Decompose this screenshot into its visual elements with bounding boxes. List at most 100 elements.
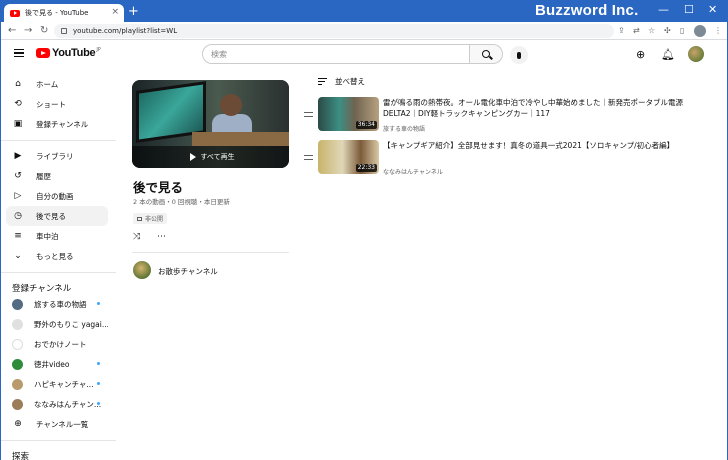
sidebar-item-home[interactable]: ⌂ ホーム bbox=[6, 74, 108, 94]
lock-icon bbox=[137, 216, 142, 221]
bookmark-star-icon[interactable]: ☆ bbox=[648, 25, 655, 36]
sidebar-item-library[interactable]: ▶ ライブラリ bbox=[6, 146, 108, 166]
play-icon bbox=[190, 153, 197, 161]
browser-menu-icon[interactable]: ⋮ bbox=[714, 25, 722, 36]
video-channel[interactable]: ななみはんチャンネル bbox=[383, 167, 443, 176]
sidebar-item-subscriptions[interactable]: ▣ 登録チャンネル bbox=[6, 114, 108, 134]
drag-handle-icon[interactable] bbox=[304, 155, 313, 160]
play-all-button[interactable]: すべて再生 bbox=[132, 146, 289, 168]
playlist-title: 後で見る bbox=[133, 180, 184, 195]
channel-avatar bbox=[12, 338, 23, 350]
minimize-icon[interactable]: — bbox=[658, 2, 669, 18]
playlist-stats: 2 本の動画・0 回視聴・本日更新 bbox=[133, 198, 230, 206]
voice-search-button[interactable] bbox=[510, 46, 528, 64]
browser-titlebar: 後で見る - YouTube × + Buzzword Inc. — ☐ ✕ bbox=[0, 0, 728, 22]
youtube-play-icon bbox=[36, 48, 50, 58]
sidebar-item-shorts[interactable]: ⟲ ショート bbox=[6, 94, 108, 114]
youtube-logo[interactable]: YouTube JP bbox=[36, 47, 101, 59]
new-tab-button[interactable]: + bbox=[128, 4, 139, 20]
tab-title: 後で見る - YouTube bbox=[25, 9, 89, 17]
brand-watermark: Buzzword Inc. bbox=[535, 2, 639, 19]
reload-icon[interactable]: ↻ bbox=[40, 24, 48, 37]
owner-name[interactable]: お散歩チャンネル bbox=[158, 266, 218, 277]
account-avatar[interactable] bbox=[688, 46, 704, 62]
video-duration: 36:34 bbox=[355, 121, 377, 129]
shuffle-icon[interactable]: ⤨ bbox=[133, 232, 140, 243]
sidebar-item-label: 履歴 bbox=[36, 171, 51, 181]
share-icon[interactable]: ⇪ bbox=[618, 25, 625, 36]
new-content-dot bbox=[97, 402, 100, 405]
menu-hamburger-icon[interactable] bbox=[14, 49, 24, 57]
video-channel[interactable]: 旅する車の物語 bbox=[383, 124, 425, 133]
notifications-bell-icon[interactable]: 🔔︎ bbox=[661, 48, 675, 61]
sidebar-subscription[interactable]: ななみはんチャン... bbox=[6, 394, 108, 414]
search-icon bbox=[482, 50, 490, 58]
sort-icon bbox=[318, 78, 327, 85]
url-field[interactable]: youtube.com/playlist?list=WL bbox=[54, 24, 614, 38]
sidebar-item-label: おでかけノート bbox=[34, 339, 87, 349]
sidebar-item-watch-later[interactable]: ◷ 後で見る bbox=[6, 206, 108, 226]
new-content-dot bbox=[97, 362, 100, 365]
video-title[interactable]: 雷が鳴る雨の熱帯夜。オール電化車中泊で冷やし中華始めました｜新発売ポータブル電源… bbox=[383, 97, 691, 119]
sidebar-subscription[interactable]: 徳井video bbox=[6, 354, 108, 374]
sidebar-subscription[interactable]: 野外のもりこ yagai... bbox=[6, 314, 108, 334]
browser-tab[interactable]: 後で見る - YouTube × bbox=[4, 4, 124, 22]
browser-profile-avatar[interactable] bbox=[694, 25, 706, 37]
window-frame bbox=[0, 22, 1, 460]
privacy-badge: 非公開 bbox=[133, 213, 168, 224]
owner-avatar[interactable] bbox=[133, 261, 151, 279]
sidebar-subscription[interactable]: おでかけノート bbox=[6, 334, 108, 354]
region-code: JP bbox=[96, 47, 101, 53]
drag-handle-icon[interactable] bbox=[304, 112, 313, 117]
sidebar-item-playlist-car-camping[interactable]: ≡ 車中泊 bbox=[6, 226, 108, 246]
close-window-icon[interactable]: ✕ bbox=[708, 2, 717, 18]
search-placeholder: 検索 bbox=[211, 49, 227, 59]
sidebar-item-label: チャンネル一覧 bbox=[36, 419, 89, 429]
playlist-cover-thumbnail[interactable]: すべて再生 bbox=[132, 80, 289, 168]
search-input[interactable]: 検索 bbox=[202, 44, 470, 64]
history-icon: ↺ bbox=[14, 171, 22, 181]
new-content-dot bbox=[97, 382, 100, 385]
sidebar-item-label: ホーム bbox=[36, 79, 59, 89]
sidebar-item-your-videos[interactable]: ▷ 自分の動画 bbox=[6, 186, 108, 206]
sidebar-item-label: 徳井video bbox=[34, 359, 70, 369]
youtube-favicon-icon bbox=[10, 9, 20, 17]
sidebar-subscription[interactable]: 旅する車の物語 bbox=[6, 294, 108, 314]
your-videos-icon: ▷ bbox=[14, 191, 22, 201]
sidebar-item-label: 野外のもりこ yagai... bbox=[34, 319, 108, 329]
address-bar: ← → ↻ youtube.com/playlist?list=WL ⇪ ⇄ ☆… bbox=[0, 22, 728, 40]
sidebar-item-label: 登録チャンネル bbox=[36, 119, 89, 129]
youtube-masthead: YouTube JP 検索 ⊕ 🔔︎ bbox=[0, 40, 728, 70]
translate-icon[interactable]: ⇄ bbox=[633, 25, 640, 36]
video-title[interactable]: 【キャンプギア紹介】全部見せます！真冬の道具一式2021【ソロキャンプ/初心者編… bbox=[383, 140, 691, 151]
youtube-logo-text: YouTube bbox=[52, 47, 96, 59]
sidebar-item-show-more[interactable]: ⌄ もっと見る bbox=[6, 246, 108, 266]
extensions-icon[interactable]: ✣ bbox=[664, 25, 671, 36]
shorts-icon: ⟲ bbox=[14, 99, 22, 109]
home-icon: ⌂ bbox=[15, 79, 21, 89]
sidepanel-icon[interactable]: ▯ bbox=[680, 25, 684, 36]
forward-icon[interactable]: → bbox=[24, 24, 32, 37]
create-video-icon[interactable]: ⊕ bbox=[636, 48, 645, 61]
chevron-down-icon: ⌄ bbox=[14, 251, 22, 261]
sidebar-item-label: ライブラリ bbox=[36, 151, 74, 161]
channel-avatar bbox=[12, 378, 23, 390]
tab-close-icon[interactable]: × bbox=[111, 7, 119, 18]
video-thumbnail[interactable]: 22:33 bbox=[318, 140, 379, 174]
sidebar-item-label: 旅する車の物語 bbox=[34, 299, 87, 309]
channel-avatar bbox=[12, 358, 23, 370]
sidebar-item-all-channels[interactable]: ⊕ チャンネル一覧 bbox=[6, 414, 108, 434]
sidebar-item-label: 後で見る bbox=[36, 211, 66, 221]
sidebar-item-history[interactable]: ↺ 履歴 bbox=[6, 166, 108, 186]
playlist-divider bbox=[132, 252, 289, 253]
library-icon: ▶ bbox=[14, 151, 22, 161]
sidebar-subscription[interactable]: ハピキャンチャ... bbox=[6, 374, 108, 394]
back-icon[interactable]: ← bbox=[8, 24, 16, 37]
sidebar-divider bbox=[0, 440, 116, 441]
maximize-icon[interactable]: ☐ bbox=[684, 2, 694, 18]
sort-button[interactable]: 並べ替え bbox=[318, 76, 365, 87]
search-button[interactable] bbox=[470, 44, 503, 64]
channel-avatar bbox=[12, 298, 23, 310]
more-actions-icon[interactable]: ⋯ bbox=[157, 232, 166, 243]
video-thumbnail[interactable]: 36:34 bbox=[318, 97, 379, 131]
